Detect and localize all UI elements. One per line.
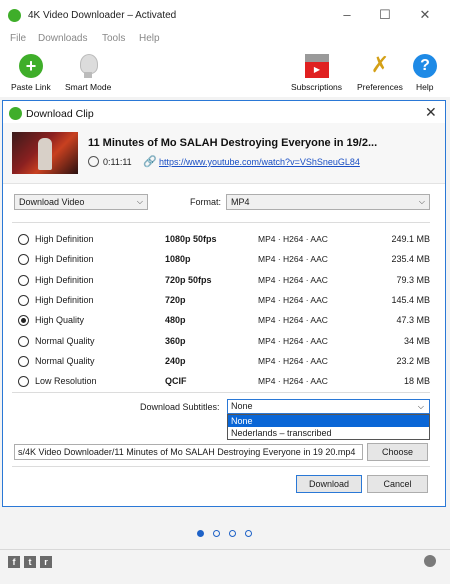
quality-size: 235.4 MB <box>391 254 430 264</box>
subtitles-select[interactable]: None ⌵ <box>227 399 430 414</box>
subtitles-label: Download Subtitles: <box>140 402 220 412</box>
maximize-button[interactable]: ☐ <box>370 6 400 24</box>
clock-icon <box>88 156 99 167</box>
download-button[interactable]: Download <box>296 475 362 493</box>
quality-size: 18 MB <box>403 376 430 386</box>
quality-label: High Definition <box>35 234 94 244</box>
chevron-down-icon: ⌵ <box>417 402 424 411</box>
menu-file[interactable]: File <box>10 33 26 44</box>
subtitles-value: None <box>231 401 253 411</box>
menu-downloads[interactable]: Downloads <box>38 33 87 44</box>
quality-codec: MP4 · H264 · AAC <box>258 376 328 386</box>
quality-codec: MP4 · H264 · AAC <box>258 275 328 285</box>
quality-codec: MP4 · H264 · AAC <box>258 315 328 325</box>
quality-resolution: QCIF <box>165 376 187 386</box>
close-window-button[interactable]: ✕ <box>410 6 440 24</box>
quality-size: 145.4 MB <box>391 295 430 305</box>
quality-label: High Quality <box>35 315 85 325</box>
quality-label: Normal Quality <box>35 356 95 366</box>
quality-resolution: 480p <box>165 315 186 325</box>
quality-codec: MP4 · H264 · AAC <box>258 356 328 366</box>
quality-radio[interactable] <box>18 254 29 265</box>
format-value: MP4 <box>231 197 250 207</box>
chevron-down-icon: ⌵ <box>136 197 143 206</box>
quality-resolution: 720p <box>165 295 186 305</box>
preferences-button[interactable]: Preferences <box>357 82 403 92</box>
subscriptions-icon[interactable]: ▶ <box>305 62 329 78</box>
quality-resolution: 720p 50fps <box>165 275 212 285</box>
download-type-value: Download Video <box>19 197 85 207</box>
quality-label: High Definition <box>35 275 94 285</box>
quality-radio[interactable] <box>18 234 29 245</box>
quality-radio[interactable] <box>18 295 29 306</box>
quality-resolution: 240p <box>165 356 186 366</box>
divider <box>12 466 430 467</box>
globe-icon[interactable] <box>424 555 436 567</box>
quality-size: 79.3 MB <box>396 275 430 285</box>
quality-size: 249.1 MB <box>391 234 430 244</box>
quality-size: 34 MB <box>403 336 430 346</box>
minimize-button[interactable]: – <box>332 6 362 24</box>
smart-mode-button[interactable]: Smart Mode <box>65 82 111 92</box>
lightbulb-icon[interactable] <box>80 54 98 74</box>
quality-radio[interactable] <box>18 315 29 326</box>
clip-duration: 0:11:11 <box>103 157 132 167</box>
window-title: 4K Video Downloader – Activated <box>28 10 177 21</box>
paste-link-icon[interactable]: + <box>19 54 43 78</box>
download-type-select[interactable]: Download Video ⌵ <box>14 194 148 210</box>
quality-codec: MP4 · H264 · AAC <box>258 234 328 244</box>
quality-codec: MP4 · H264 · AAC <box>258 336 328 346</box>
help-button[interactable]: Help <box>416 82 433 92</box>
dialog-title: Download Clip <box>26 108 94 120</box>
format-label: Format: <box>190 197 222 207</box>
footer-bar <box>0 549 450 584</box>
quality-resolution: 1080p 50fps <box>165 234 217 244</box>
subscriptions-button[interactable]: Subscriptions <box>291 82 342 92</box>
cancel-button[interactable]: Cancel <box>367 475 428 493</box>
clip-title: 11 Minutes of Mo SALAH Destroying Everyo… <box>88 137 378 149</box>
app-logo-icon <box>8 9 21 22</box>
subtitles-option-none[interactable]: None <box>228 415 429 427</box>
thumbnail-figure <box>38 138 52 170</box>
paste-link-button[interactable]: Paste Link <box>11 82 51 92</box>
quality-radio[interactable] <box>18 336 29 347</box>
quality-codec: MP4 · H264 · AAC <box>258 295 328 305</box>
help-icon[interactable]: ? <box>413 54 437 78</box>
quality-label: High Definition <box>35 254 94 264</box>
quality-codec: MP4 · H264 · AAC <box>258 254 328 264</box>
menu-tools[interactable]: Tools <box>102 33 125 44</box>
link-icon: 🔗 <box>143 156 157 168</box>
divider <box>12 392 430 393</box>
reddit-icon[interactable]: r <box>40 556 52 568</box>
quality-radio[interactable] <box>18 356 29 367</box>
clip-url-link[interactable]: https://www.youtube.com/watch?v=VShSneuG… <box>159 157 360 167</box>
pager-dot[interactable] <box>197 530 204 537</box>
quality-radio[interactable] <box>18 376 29 387</box>
twitter-icon[interactable]: t <box>24 556 36 568</box>
quality-resolution: 360p <box>165 336 186 346</box>
format-select[interactable]: MP4 ⌵ <box>226 194 430 210</box>
chevron-down-icon: ⌵ <box>418 197 425 206</box>
dialog-logo-icon <box>9 107 22 120</box>
quality-radio[interactable] <box>18 275 29 286</box>
dialog-close-icon[interactable]: ✕ <box>425 104 437 121</box>
quality-size: 23.2 MB <box>396 356 430 366</box>
choose-button[interactable]: Choose <box>367 443 428 461</box>
pager-dot[interactable] <box>213 530 220 537</box>
quality-label: Normal Quality <box>35 336 95 346</box>
save-path-input[interactable]: s/4K Video Downloader/11 Minutes of Mo S… <box>14 444 363 460</box>
quality-label: Low Resolution <box>35 376 97 386</box>
divider <box>12 222 430 223</box>
subtitles-option-dutch[interactable]: Nederlands – transcribed <box>228 427 429 439</box>
lightbulb-base <box>84 72 92 78</box>
menu-help[interactable]: Help <box>139 33 160 44</box>
quality-label: High Definition <box>35 295 94 305</box>
quality-size: 47.3 MB <box>396 315 430 325</box>
quality-resolution: 1080p <box>165 254 191 264</box>
tools-icon[interactable]: ✗ <box>367 52 393 78</box>
facebook-icon[interactable]: f <box>8 556 20 568</box>
pager-dot[interactable] <box>245 530 252 537</box>
pager-dot[interactable] <box>229 530 236 537</box>
